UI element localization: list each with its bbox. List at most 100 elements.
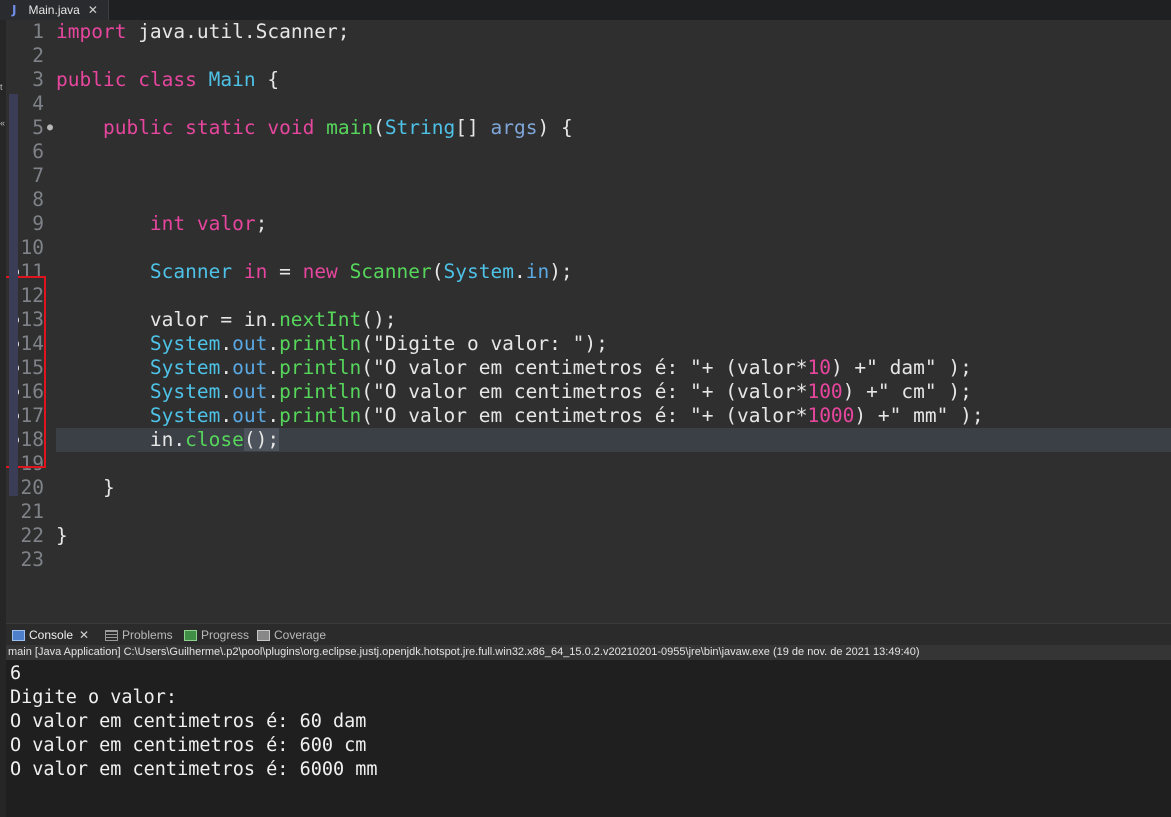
console-output[interactable]: 6 Digite o valor: O valor em centimetros… [6,660,1171,817]
code-line[interactable]: 17 System.out.println("O valor em centim… [0,404,1171,428]
code-token: Scanner [149,260,233,283]
code-token: valor = in. [56,308,280,331]
code-token: import [56,20,127,43]
code-line[interactable]: 7 [0,164,1171,188]
code-token: System [149,332,221,355]
code-line[interactable]: 15 System.out.println("O valor em centim… [0,356,1171,380]
left-side-strip: t « [0,20,6,620]
code-token: " cm" [877,380,937,403]
close-icon[interactable]: ✕ [88,3,98,17]
tab-progress[interactable]: Progress [184,627,249,643]
code-line[interactable]: 9 int valor; [0,212,1171,236]
code-token: java.util.Scanner; [126,20,350,43]
line-number: 6 [32,140,44,163]
code-token: in [525,260,550,283]
code-token: ( [373,116,385,139]
line-number: 20 [20,476,44,499]
tab-label: Console [29,628,74,642]
tab-console[interactable]: Console ✕ [12,627,89,643]
tab-problems[interactable]: Problems [105,627,173,643]
code-line[interactable]: 20 } [0,476,1171,500]
tab-label: Progress [201,628,250,642]
code-token: println [279,380,362,403]
left-strip-fragment: t [0,82,3,92]
close-icon[interactable]: ✕ [79,628,89,642]
line-number: 19 [20,452,44,475]
code-line[interactable]: 12 [0,284,1171,308]
code-line[interactable]: 23 [0,548,1171,572]
console-line: 6 [10,663,22,684]
code-line[interactable]: 19 [0,452,1171,476]
code-token: public [56,68,127,91]
code-token: Scanner [349,260,432,283]
code-token: . [267,380,280,403]
code-text: in.close(); [56,428,280,452]
code-token: " mm" [889,404,949,427]
code-text: System.out.println("Digite o valor: "); [56,332,608,356]
code-token: 1000 [807,404,855,427]
code-token: valor [196,212,256,235]
line-number: 12 [20,284,44,307]
line-number: 13 [20,308,44,331]
problems-icon [105,629,118,641]
line-number: 4 [32,92,44,115]
code-token: println [279,404,362,427]
code-line[interactable]: 11 Scanner in = new Scanner(System.in); [0,260,1171,284]
code-token: (); [243,428,280,451]
code-line[interactable]: 5 ● public static void main(String[] args… [0,116,1171,140]
code-token: 10 [807,356,831,379]
matched-brackets: () [243,428,268,451]
code-token: int [149,212,186,235]
code-editor[interactable]: 1 import java.util.Scanner; 2 3 public class… [0,20,1171,620]
code-token: System [443,260,514,283]
code-line[interactable]: 8 [0,188,1171,212]
code-token: . [220,380,233,403]
code-token: close [185,428,244,451]
code-text: System.out.println("O valor em centimetr… [56,380,972,404]
code-token: 100 [807,380,843,403]
line-number: 2 [32,44,44,67]
code-token: + (valor* [701,380,808,403]
code-line[interactable]: 10 [0,236,1171,260]
code-text: public class Main { [56,68,279,92]
code-token: Main [208,68,256,91]
code-token: System [149,380,221,403]
code-line[interactable]: 3 public class Main { [0,68,1171,92]
code-token: ( [361,380,374,403]
code-text: import java.util.Scanner; [56,20,350,44]
console-line: O valor em centimetros é: 6000 mm [10,759,378,780]
code-line[interactable]: 16 System.out.println("O valor em centim… [0,380,1171,404]
code-token: " dam" [866,356,937,379]
code-line[interactable]: 18 in.close(); [0,428,1171,452]
code-token: new [302,260,338,283]
code-token: . [267,356,280,379]
line-number: 11 [20,260,44,283]
code-line[interactable]: 2 [0,44,1171,68]
code-line[interactable]: 22} [0,524,1171,548]
code-line[interactable]: 21 [0,500,1171,524]
code-line[interactable]: 14 System.out.println("Digite o valor: "… [0,332,1171,356]
code-token: out [232,356,268,379]
line-number: 10 [20,236,44,259]
code-token: class [138,68,197,91]
code-line[interactable]: 1 import java.util.Scanner; [0,20,1171,44]
code-line[interactable]: 13 valor = in.nextInt(); [0,308,1171,332]
code-line[interactable]: 6 [0,140,1171,164]
code-token: static [185,116,256,139]
line-number: 22 [20,524,44,547]
tab-main-java[interactable]: J Main.java ✕ [0,0,109,20]
tab-coverage[interactable]: Coverage [257,627,326,643]
fold-icon[interactable]: ● [47,116,53,140]
line-number: 23 [20,548,44,571]
code-token: [] [455,116,491,139]
code-text: } [56,524,68,548]
code-line[interactable]: 4 [0,92,1171,116]
code-text: public static void main(String[] args) { [56,116,573,140]
